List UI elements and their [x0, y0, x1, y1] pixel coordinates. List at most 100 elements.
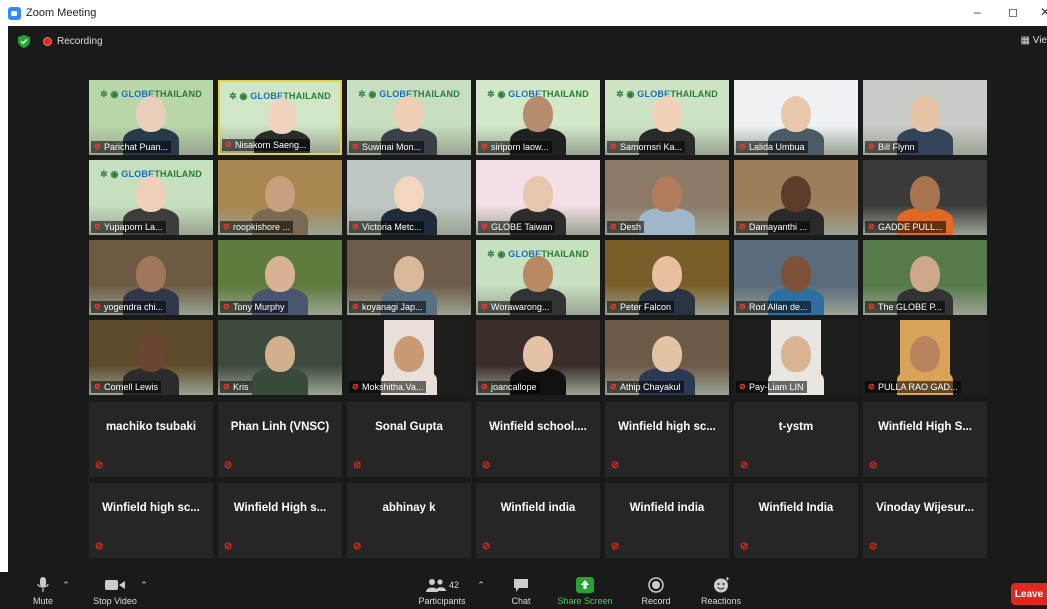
participant-name-tile[interactable]: Winfield school.... ⊘ — [476, 402, 600, 477]
participant-video-tile[interactable]: ⊘ Kris — [218, 320, 342, 395]
participant-video-tile[interactable]: ⊘ Cornell Lewis — [89, 320, 213, 395]
muted-mic-icon: ⊘ — [481, 382, 488, 391]
shield-icon[interactable] — [18, 35, 30, 48]
participant-name-tile[interactable]: Vinoday Wijesur... ⊘ — [863, 483, 987, 558]
participant-name: Victoria Metc... — [362, 222, 422, 232]
participant-video-tile[interactable]: ⊘ Pay-Liam LIN — [734, 320, 858, 395]
participant-name-tile[interactable]: Sonal Gupta ⊘ — [347, 402, 471, 477]
leave-button[interactable]: Leave — [1011, 583, 1047, 605]
stop-video-button[interactable]: Stop Video — [90, 576, 140, 606]
participant-name-label: ⊘ Worawarong... — [478, 301, 553, 313]
chat-button[interactable]: Chat — [506, 576, 536, 606]
participant-name-label: ⊘ Suwinai Mon... — [349, 141, 425, 153]
muted-mic-icon: ⊘ — [739, 142, 746, 151]
banner-thailand-text: THAILAND — [283, 91, 331, 101]
muted-mic-icon: ⊘ — [739, 302, 746, 311]
participant-name-tile[interactable]: Winfield High S... ⊘ — [863, 402, 987, 477]
participant-name-tile[interactable]: Winfield india ⊘ — [476, 483, 600, 558]
participant-video-tile[interactable]: ✲ ◉ GLOBETHAILAND ⊘ Worawarong... — [476, 240, 600, 315]
close-button[interactable]: ✕ — [1040, 5, 1047, 19]
muted-mic-icon: ⊘ — [223, 222, 230, 231]
participant-name: Samornsri Ka... — [620, 142, 683, 152]
banner-thailand-text: THAILAND — [412, 89, 460, 99]
banner-thailand-text: THAILAND — [154, 169, 202, 179]
participant-video-tile[interactable]: ⊘ Damayanthi ... — [734, 160, 858, 235]
participant-name: yogendra chi... — [104, 302, 164, 312]
muted-mic-icon: ⊘ — [868, 382, 875, 391]
participant-name-label: ⊘ Peter Falcon — [607, 301, 675, 313]
muted-mic-icon: ⊘ — [223, 382, 230, 391]
participant-name: Damayanthi ... — [749, 222, 808, 232]
participant-video-tile[interactable]: ⊘ Victoria Metc... — [347, 160, 471, 235]
participant-name: Bill Flynn — [878, 142, 915, 152]
participant-video-tile[interactable]: ⊘ GLOBE Taiwan — [476, 160, 600, 235]
participant-video-tile[interactable]: ⊘ Lalida Umbua — [734, 80, 858, 155]
participant-name-tile[interactable]: abhinay k ⊘ — [347, 483, 471, 558]
chat-icon — [506, 576, 536, 594]
participant-name: Rod Allan de... — [749, 302, 808, 312]
participants-label: Participants — [418, 596, 466, 606]
participants-options-caret[interactable]: ⌃ — [476, 576, 486, 594]
muted-mic-icon: ⊘ — [610, 142, 617, 151]
minimize-button[interactable]: – — [974, 5, 981, 19]
record-button[interactable]: Record — [638, 576, 674, 606]
participant-video-tile[interactable]: ⊘ PULLA RAO GAD... — [863, 320, 987, 395]
participant-name-tile[interactable]: Phan Linh (VNSC) ⊘ — [218, 402, 342, 477]
participant-display-name: Sonal Gupta — [375, 420, 443, 433]
participant-display-name: Winfield school.... — [489, 420, 587, 433]
participant-name-tile[interactable]: Winfield High s... ⊘ — [218, 483, 342, 558]
view-button[interactable]: ▦ Vie — [1020, 35, 1047, 46]
participant-name: Nisakorn Saeng... — [235, 140, 307, 150]
participant-video-tile[interactable]: ⊘ Tony Murphy — [218, 240, 342, 315]
participant-video-tile[interactable]: ⊘ Desh — [605, 160, 729, 235]
banner-thailand-text: THAILAND — [541, 89, 589, 99]
participant-video-tile[interactable]: ⊘ yogendra chi... — [89, 240, 213, 315]
participant-name-tile[interactable]: Winfield high sc... ⊘ — [605, 402, 729, 477]
participant-name: Parichat Puan... — [104, 142, 169, 152]
participant-name: Yupaporn La... — [104, 222, 163, 232]
participant-name-tile[interactable]: Winfield India ⊘ — [734, 483, 858, 558]
participant-name-tile[interactable]: machiko tsubaki ⊘ — [89, 402, 213, 477]
participant-video-tile[interactable]: ⊘ Rod Allan de... — [734, 240, 858, 315]
participant-name: Cornell Lewis — [104, 382, 159, 392]
participant-video-tile[interactable]: ✲ ◉ GLOBETHAILAND ⊘ siriporn laow... — [476, 80, 600, 155]
participant-video-tile[interactable]: ⊘ GADDE PULL... — [863, 160, 987, 235]
muted-mic-icon: ⊘ — [94, 142, 101, 151]
audio-options-caret[interactable]: ⌃ — [61, 576, 71, 594]
share-screen-button[interactable]: Share Screen — [556, 576, 614, 606]
mute-button[interactable]: Mute — [27, 576, 59, 606]
participant-video-tile[interactable]: ⊘ koyanagi Jap... — [347, 240, 471, 315]
participant-video-tile[interactable]: ⊘ Peter Falcon — [605, 240, 729, 315]
participants-button[interactable]: 42 Participants — [414, 576, 470, 606]
participant-video-tile[interactable]: ⊘ roopkishore ... — [218, 160, 342, 235]
participant-name-label: ⊘ siriporn laow... — [478, 141, 552, 153]
muted-mic-icon: ⊘ — [481, 222, 488, 231]
banner-thailand-text: THAILAND — [541, 249, 589, 259]
participant-name-label: ⊘ Kris — [220, 381, 252, 393]
participant-video-tile[interactable]: ✲ ◉ GLOBETHAILAND ⊘ Samornsri Ka... — [605, 80, 729, 155]
participant-video-tile[interactable]: ⊘ Athip Chayakul — [605, 320, 729, 395]
microphone-icon — [27, 576, 59, 594]
reactions-button[interactable]: Reactions — [698, 576, 744, 606]
participant-name-tile[interactable]: Winfield india ⊘ — [605, 483, 729, 558]
participant-video-tile[interactable]: ✲ ◉ GLOBETHAILAND ⊘ Suwinai Mon... — [347, 80, 471, 155]
participant-video-tile[interactable]: ⊘ joancallope — [476, 320, 600, 395]
participant-name-tile[interactable]: Winfield high sc... ⊘ — [89, 483, 213, 558]
participant-video-tile[interactable]: ⊘ Bill Flynn — [863, 80, 987, 155]
muted-mic-icon: ⊘ — [352, 382, 359, 391]
video-options-caret[interactable]: ⌃ — [139, 576, 149, 594]
participant-display-name: Winfield india — [500, 501, 576, 514]
participant-video-tile[interactable]: ✲ ◉ GLOBETHAILAND ⊘ Parichat Puan... — [89, 80, 213, 155]
participant-video-tile[interactable]: ✲ ◉ GLOBETHAILAND ⊘ Yupaporn La... — [89, 160, 213, 235]
muted-mic-icon: ⊘ — [353, 541, 362, 552]
maximize-button[interactable]: ◻ — [1008, 5, 1018, 19]
participant-display-name: machiko tsubaki — [105, 420, 197, 433]
participant-video-tile[interactable]: ⊘ The GLOBE P... — [863, 240, 987, 315]
participant-video-tile[interactable]: ⊘ Mokshitha.Va... — [347, 320, 471, 395]
participant-video-tile[interactable]: ✲ ◉ GLOBETHAILAND ⊘ Nisakorn Saeng... — [218, 80, 342, 155]
muted-mic-icon: ⊘ — [739, 382, 746, 391]
participant-name: PULLA RAO GAD... — [878, 382, 958, 392]
participant-count: 42 — [448, 580, 459, 590]
recording-indicator[interactable]: Recording — [43, 36, 103, 47]
participant-name-tile[interactable]: t-ystm ⊘ — [734, 402, 858, 477]
